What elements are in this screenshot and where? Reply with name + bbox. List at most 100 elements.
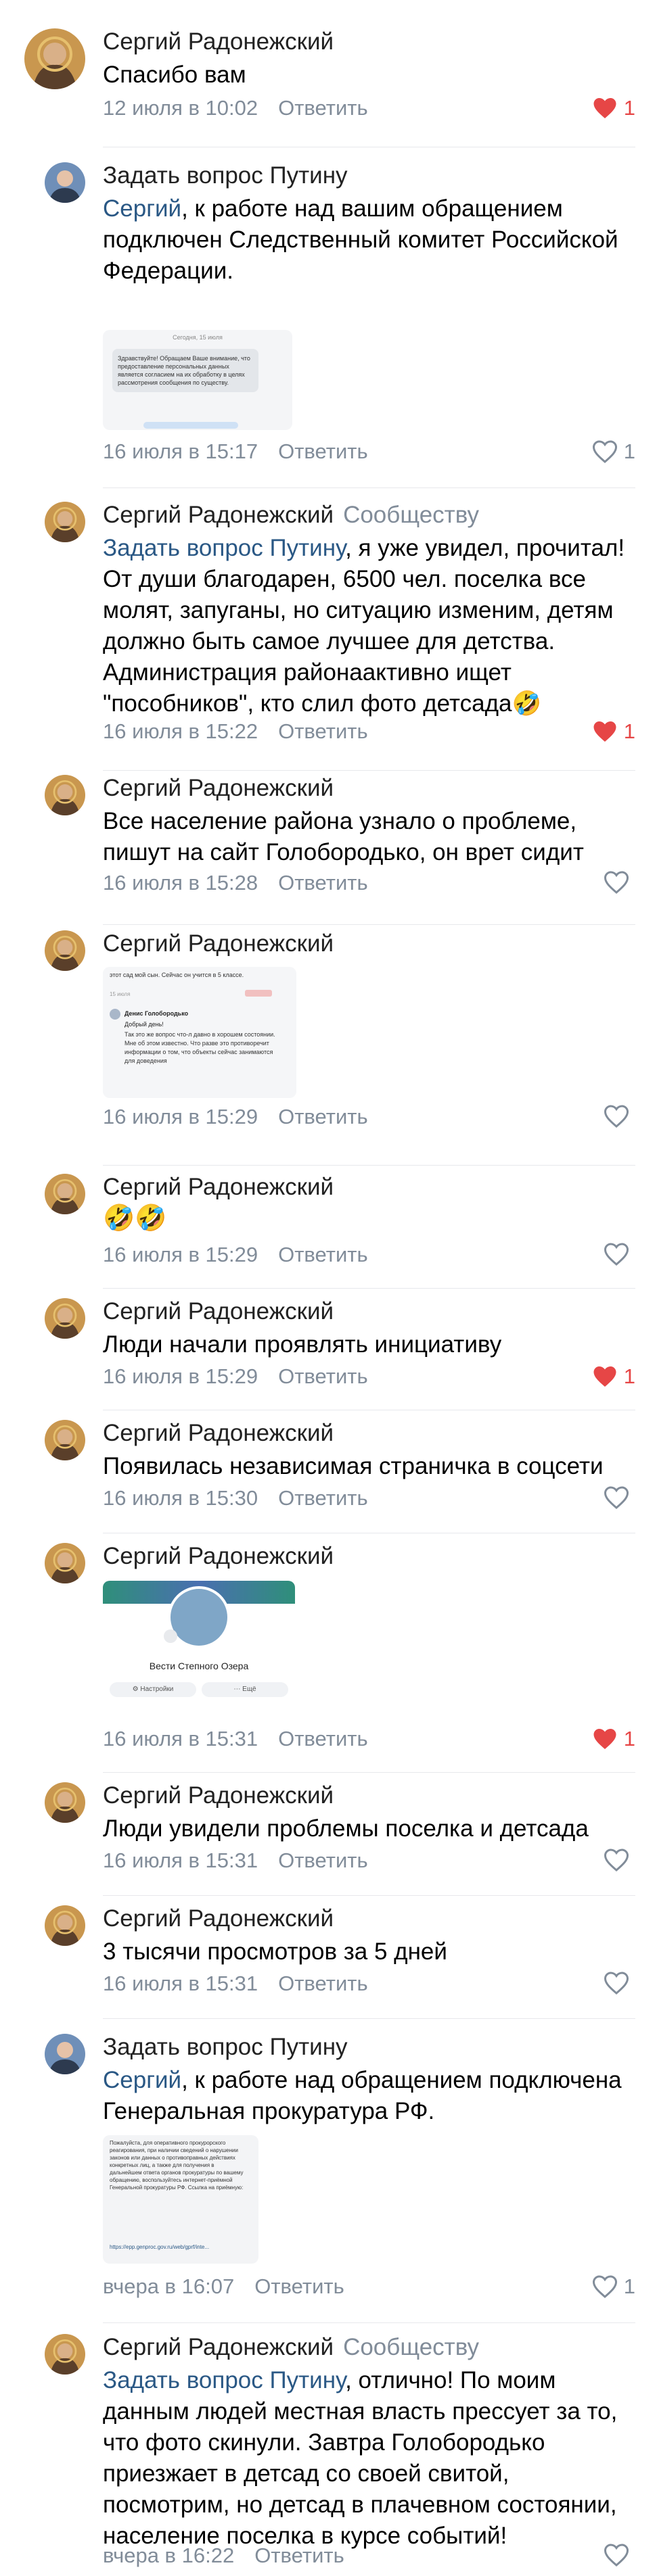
reply-button[interactable]: Ответить <box>278 1848 368 1872</box>
reply-button[interactable]: Ответить <box>278 719 368 743</box>
comment: Сергий Радонежский Вести Степного Озера … <box>0 1533 657 1773</box>
heart-outline-icon <box>592 440 617 463</box>
like-count: 1 <box>623 1727 635 1750</box>
saint-icon <box>45 1782 85 1823</box>
like-count: 1 <box>623 1364 635 1388</box>
comment-text: Сергий, к работе над вашим обращением по… <box>103 195 618 284</box>
camera-icon[interactable] <box>164 1629 177 1643</box>
heart-outline-icon <box>592 2275 617 2298</box>
group-more-button[interactable]: ⋯ Ещё <box>202 1682 288 1697</box>
comment: Сергий Радонежский этот сад мой сын. Сей… <box>0 925 657 1166</box>
reply-target[interactable]: Сообществу <box>343 502 479 528</box>
comment-time: 16 июля в 15:31 <box>103 1972 258 1995</box>
saint-icon <box>24 28 85 89</box>
avatar[interactable] <box>45 930 85 971</box>
avatar[interactable] <box>45 1420 85 1460</box>
reply-button[interactable]: Ответить <box>278 1972 368 1995</box>
comment-author[interactable]: Сергий Радонежский Сообществу <box>103 502 479 529</box>
like-button[interactable] <box>604 871 635 894</box>
group-avatar <box>168 1586 230 1648</box>
comment-time: 16 июля в 15:17 <box>103 439 258 463</box>
comment-author[interactable]: Сергий Радонежский <box>103 1298 334 1325</box>
comments-feed: Сергий Радонежский Спасибо вам 12 июля в… <box>0 0 657 2576</box>
avatar[interactable] <box>45 1298 85 1339</box>
avatar[interactable] <box>45 1543 85 1583</box>
mention-link[interactable]: Задать вопрос Путину <box>103 2367 345 2393</box>
reply-button[interactable]: Ответить <box>254 2274 344 2298</box>
comment: Сергий Радонежский Сообществу Задать вопр… <box>0 2323 657 2576</box>
like-button[interactable]: 1 <box>593 1364 635 1389</box>
attachment-body: Так это же вопрос что-л давно в хорошем … <box>124 1031 275 1064</box>
avatar[interactable] <box>45 2034 85 2074</box>
attachment-bubble: Здравствуйте! Обращаем Ваше внимание, чт… <box>112 349 258 392</box>
like-button[interactable] <box>604 1848 635 1871</box>
comment-text: Люди увидели проблемы поселка и детсада <box>103 1815 589 1842</box>
comment-author[interactable]: Сергий Радонежский <box>103 1174 334 1201</box>
avatar[interactable] <box>24 28 85 89</box>
comment-time: 16 июля в 15:29 <box>103 1105 258 1128</box>
like-button[interactable]: 1 <box>592 2274 635 2299</box>
attachment-gp-text: Пожалуйста, для оперативного прокурорско… <box>110 2140 244 2191</box>
reply-button[interactable]: Ответить <box>278 1105 368 1128</box>
avatar[interactable] <box>45 162 85 203</box>
attachment-screenshot[interactable]: Сегодня, 15 июля Здравствуйте! Обращаем … <box>103 330 292 430</box>
like-button[interactable] <box>604 2544 635 2567</box>
comment-meta: 16 июля в 15:28 Ответить <box>103 871 368 895</box>
comment-author[interactable]: Сергий Радонежский <box>103 1782 334 1809</box>
like-button[interactable]: 1 <box>593 719 635 744</box>
reply-button[interactable]: Ответить <box>278 1727 368 1750</box>
mention-link[interactable]: Сергий <box>103 2067 181 2093</box>
reply-button[interactable]: Ответить <box>278 1364 368 1388</box>
avatar[interactable] <box>45 1905 85 1946</box>
comment: Задать вопрос Путину Сергий, к работе на… <box>0 147 657 488</box>
comment-text: Люди начали проявлять инициативу <box>103 1331 502 1358</box>
like-count: 1 <box>623 439 635 463</box>
reply-button[interactable]: Ответить <box>278 96 368 120</box>
comment-author[interactable]: Сергий Радонежский <box>103 775 334 802</box>
like-button[interactable] <box>604 1105 635 1128</box>
reply-button[interactable]: Ответить <box>254 2544 344 2567</box>
comment-meta: 16 июля в 15:29 Ответить <box>103 1364 368 1389</box>
saint-icon <box>45 1543 85 1583</box>
attachment-gp-screenshot[interactable]: Пожалуйста, для оперативного прокурорско… <box>103 2135 258 2264</box>
comment-author[interactable]: Сергий Радонежский <box>103 28 334 55</box>
attachment-greeting: Добрый день! <box>124 1021 164 1028</box>
comment-author[interactable]: Сергий Радонежский <box>103 1543 334 1570</box>
like-button[interactable] <box>604 1243 635 1266</box>
avatar[interactable] <box>45 1782 85 1823</box>
attachment-time: 15 июля <box>110 991 131 997</box>
like-button[interactable]: 1 <box>592 439 635 464</box>
like-button[interactable]: 1 <box>593 1727 635 1751</box>
heart-outline-icon <box>604 1105 629 1128</box>
avatar[interactable] <box>45 775 85 815</box>
attachment-group-card[interactable]: Вести Степного Озера ⚙ Настройки ⋯ Ещё <box>103 1581 295 1711</box>
heart-outline-icon <box>604 2544 629 2567</box>
attachment-chat-screenshot[interactable]: этот сад мой сын. Сейчас он учится в 5 к… <box>103 967 296 1098</box>
like-button[interactable]: 1 <box>593 96 635 120</box>
avatar[interactable] <box>45 1174 85 1214</box>
like-button[interactable] <box>604 1972 635 1995</box>
comment-author[interactable]: Сергий Радонежский <box>103 1420 334 1447</box>
reply-button[interactable]: Ответить <box>278 871 368 895</box>
mention-link[interactable]: Сергий <box>103 195 181 222</box>
reply-target[interactable]: Сообществу <box>343 2334 479 2360</box>
group-settings-button[interactable]: ⚙ Настройки <box>110 1682 196 1697</box>
avatar[interactable] <box>45 2334 85 2375</box>
reply-button[interactable]: Ответить <box>278 1486 368 1510</box>
comment-time: 16 июля в 15:30 <box>103 1486 258 1510</box>
reply-button[interactable]: Ответить <box>278 439 368 463</box>
avatar[interactable] <box>45 502 85 542</box>
saint-icon <box>45 1174 85 1214</box>
comment-author[interactable]: Сергий Радонежский <box>103 930 334 957</box>
like-button[interactable] <box>604 1486 635 1509</box>
reply-button[interactable]: Ответить <box>278 1243 368 1266</box>
comment-time: 16 июля в 15:22 <box>103 719 258 743</box>
comment-time: 16 июля в 15:28 <box>103 871 258 895</box>
mention-link[interactable]: Задать вопрос Путину <box>103 535 345 561</box>
comment-author[interactable]: Сергий Радонежский <box>103 1905 334 1932</box>
comment-author[interactable]: Задать вопрос Путину <box>103 2034 348 2061</box>
comment-author[interactable]: Сергий Радонежский Сообществу <box>103 2334 479 2361</box>
comment-time: 16 июля в 15:29 <box>103 1364 258 1388</box>
comment-author[interactable]: Задать вопрос Путину <box>103 162 348 189</box>
saint-icon <box>45 930 85 971</box>
